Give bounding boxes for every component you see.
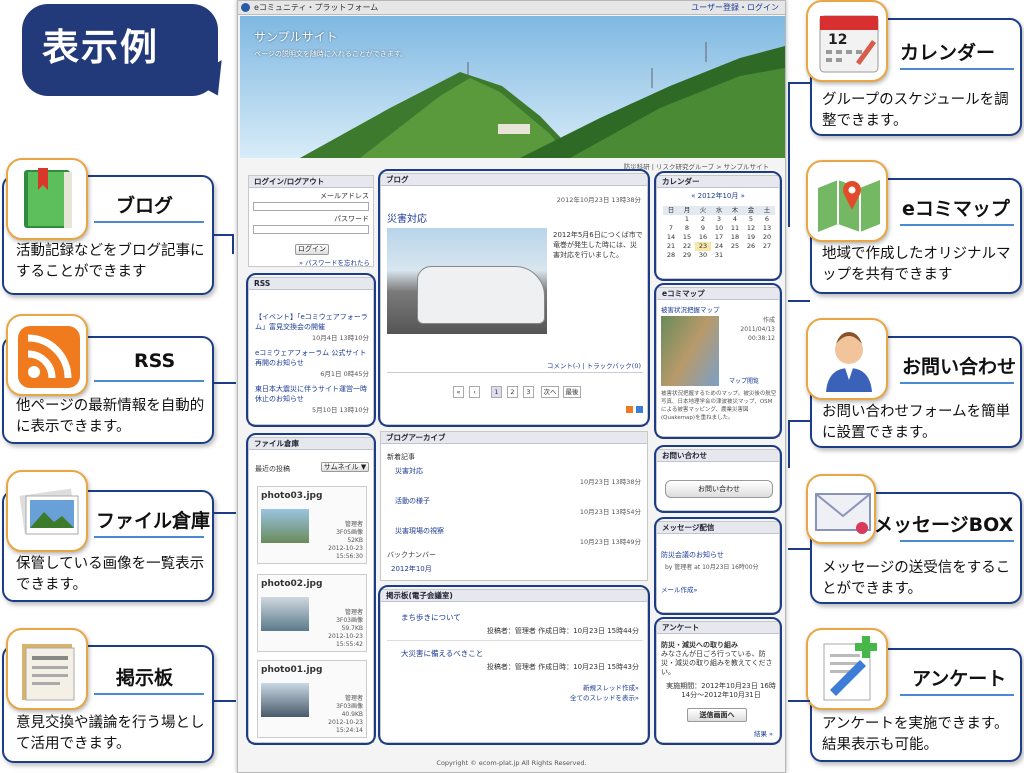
platform-logo-icon (241, 3, 250, 12)
connector (788, 700, 810, 702)
feature-title-file: ファイル倉庫 (96, 510, 211, 532)
survey-icon (806, 628, 888, 710)
feature-title-calendar: カレンダー (900, 42, 996, 64)
login-panel: ログイン/ログアウト メールアドレス パスワード ログイン » パスワードを忘れ… (248, 175, 374, 267)
connector (214, 700, 236, 702)
archive-post-date: 10月23日 13時49分 (579, 538, 641, 546)
connector (788, 300, 810, 302)
feature-desc-file: 保管している画像を一覧表示できます。 (16, 556, 205, 593)
archive-post[interactable]: 災害現場の視察 (395, 526, 444, 536)
header-image: サンプルサイト ページの説明文を随時に入れることができます。 (240, 16, 785, 158)
divider (900, 382, 1014, 384)
divider (94, 380, 204, 382)
feature-title-rss: RSS (134, 350, 176, 372)
blog-icon (6, 158, 88, 240)
rss-icon (6, 314, 88, 396)
bbs-highlight (378, 585, 650, 745)
archive-post-date: 10月23日 13時54分 (579, 508, 641, 516)
platform-title: eコミュニティ・プラットフォーム (254, 3, 379, 12)
site-mockup: eコミュニティ・プラットフォーム ユーザー登録・ログイン サンプルサイト ページ… (237, 0, 786, 773)
photo-stack-icon (6, 470, 88, 552)
message-highlight (654, 517, 782, 615)
platform-bar: eコミュニティ・プラットフォーム ユーザー登録・ログイン (238, 1, 785, 15)
contact-highlight (654, 445, 782, 513)
connector (788, 420, 810, 422)
footer-copyright: Copyright © ecom-plat.jp All Rights Rese… (436, 759, 587, 767)
feature-title-map: eコミマップ (902, 198, 1010, 220)
feature-title-survey: アンケート (912, 668, 1007, 690)
connector (214, 512, 236, 514)
connector (788, 548, 810, 550)
latest-label: 新着記事 (387, 453, 415, 461)
divider (94, 693, 204, 695)
login-title: ログイン/ログアウト (249, 176, 373, 188)
connector (788, 420, 790, 468)
feature-desc-contact: お問い合わせフォームを簡単に設置できます。 (822, 404, 1011, 441)
forgot-password-link[interactable]: » パスワードを忘れたら (299, 257, 370, 267)
calendar-highlight (654, 171, 782, 281)
feature-desc-map: 地域で作成したオリジナルマップを共有できます (822, 246, 1011, 283)
divider (94, 536, 204, 538)
connector (788, 82, 810, 84)
divider (900, 224, 1014, 226)
headline-text: 表示例 (42, 26, 159, 69)
file-highlight (246, 433, 376, 745)
connector (788, 82, 790, 227)
headline-bubble: 表示例 (22, 4, 237, 104)
archive-title: ブログアーカイブ (381, 432, 647, 444)
feature-title-blog: ブログ (116, 195, 174, 217)
feature-desc-message: メッセージの送受信をすることができます。 (822, 560, 1011, 597)
feature-desc-bbs: 意見交換や議論を行う場として活用できます。 (16, 715, 205, 752)
email-field[interactable] (253, 202, 369, 211)
connector (232, 234, 234, 254)
map-icon (806, 160, 888, 242)
feature-title-message: メッセージBOX (874, 514, 1014, 536)
person-icon (806, 318, 888, 400)
feature-desc-calendar: グループのスケジュールを調整できます。 (822, 92, 1009, 129)
blog-highlight (378, 169, 650, 427)
connector (214, 234, 234, 236)
site-description: ページの説明文を随時に入れることができます。 (254, 50, 408, 58)
feature-title-bbs: 掲示板 (116, 667, 174, 689)
rss-highlight (246, 273, 376, 427)
envelope-icon (806, 474, 876, 544)
calendar-icon: 12 (806, 0, 888, 82)
login-link[interactable]: ユーザー登録・ログイン (691, 1, 779, 14)
divider (94, 221, 204, 223)
email-label: メールアドレス (320, 192, 369, 200)
divider (900, 694, 1014, 696)
survey-highlight (654, 617, 782, 745)
bulletin-board-icon (6, 628, 88, 710)
feature-title-contact: お問い合わせ (902, 356, 1017, 378)
svg-text:12: 12 (828, 32, 847, 48)
archive-post[interactable]: 活動の様子 (395, 496, 430, 506)
backnumber-label: バックナンバー (387, 551, 436, 559)
feature-desc-blog: 活動記録などをブログ記事にすることができます (16, 243, 205, 280)
connector (214, 382, 236, 384)
password-label: パスワード (334, 215, 369, 223)
login-button[interactable]: ログイン (295, 244, 329, 255)
site-name: サンプルサイト (254, 30, 338, 44)
feature-desc-rss: 他ページの最新情報を自動的に表示できます。 (16, 398, 205, 435)
archive-panel: ブログアーカイブ 新着記事 災害対応 10月23日 13時38分 活動の様子 1… (380, 431, 648, 581)
password-field[interactable] (253, 225, 369, 234)
divider (900, 540, 1014, 542)
feature-desc-survey: アンケートを実施できます。結果表示も可能。 (822, 716, 1009, 753)
divider (900, 68, 1014, 70)
archive-post-date: 10月23日 13時38分 (579, 478, 641, 486)
bubble-tail (189, 60, 237, 104)
breadcrumb[interactable]: 防災科研 | リスク研究グループ > サンプルサイト (624, 161, 769, 171)
archive-post[interactable]: 災害対応 (395, 466, 423, 476)
archive-month-link[interactable]: 2012年10月 (391, 564, 432, 574)
ecomap-highlight (654, 283, 782, 439)
